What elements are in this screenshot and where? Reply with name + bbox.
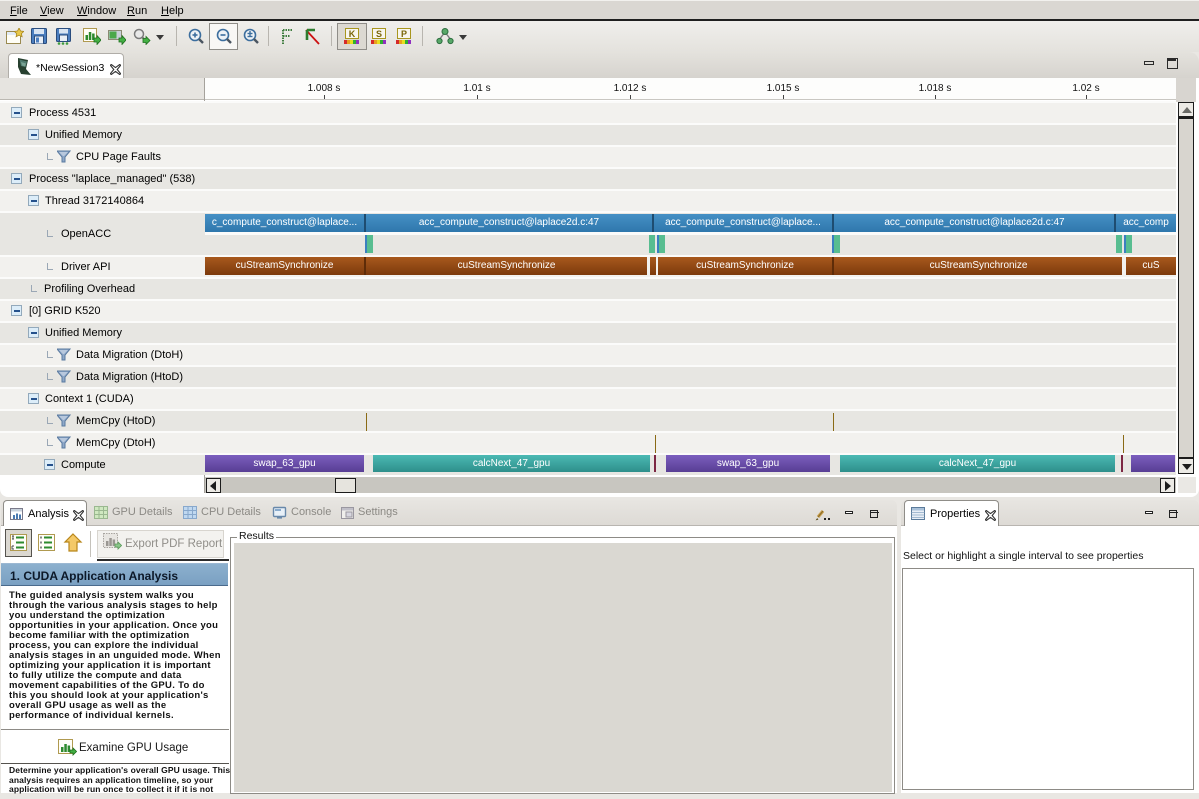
svg-text:S: S: [376, 29, 382, 39]
svg-text:P: P: [401, 29, 407, 39]
svg-text:K: K: [349, 29, 356, 39]
